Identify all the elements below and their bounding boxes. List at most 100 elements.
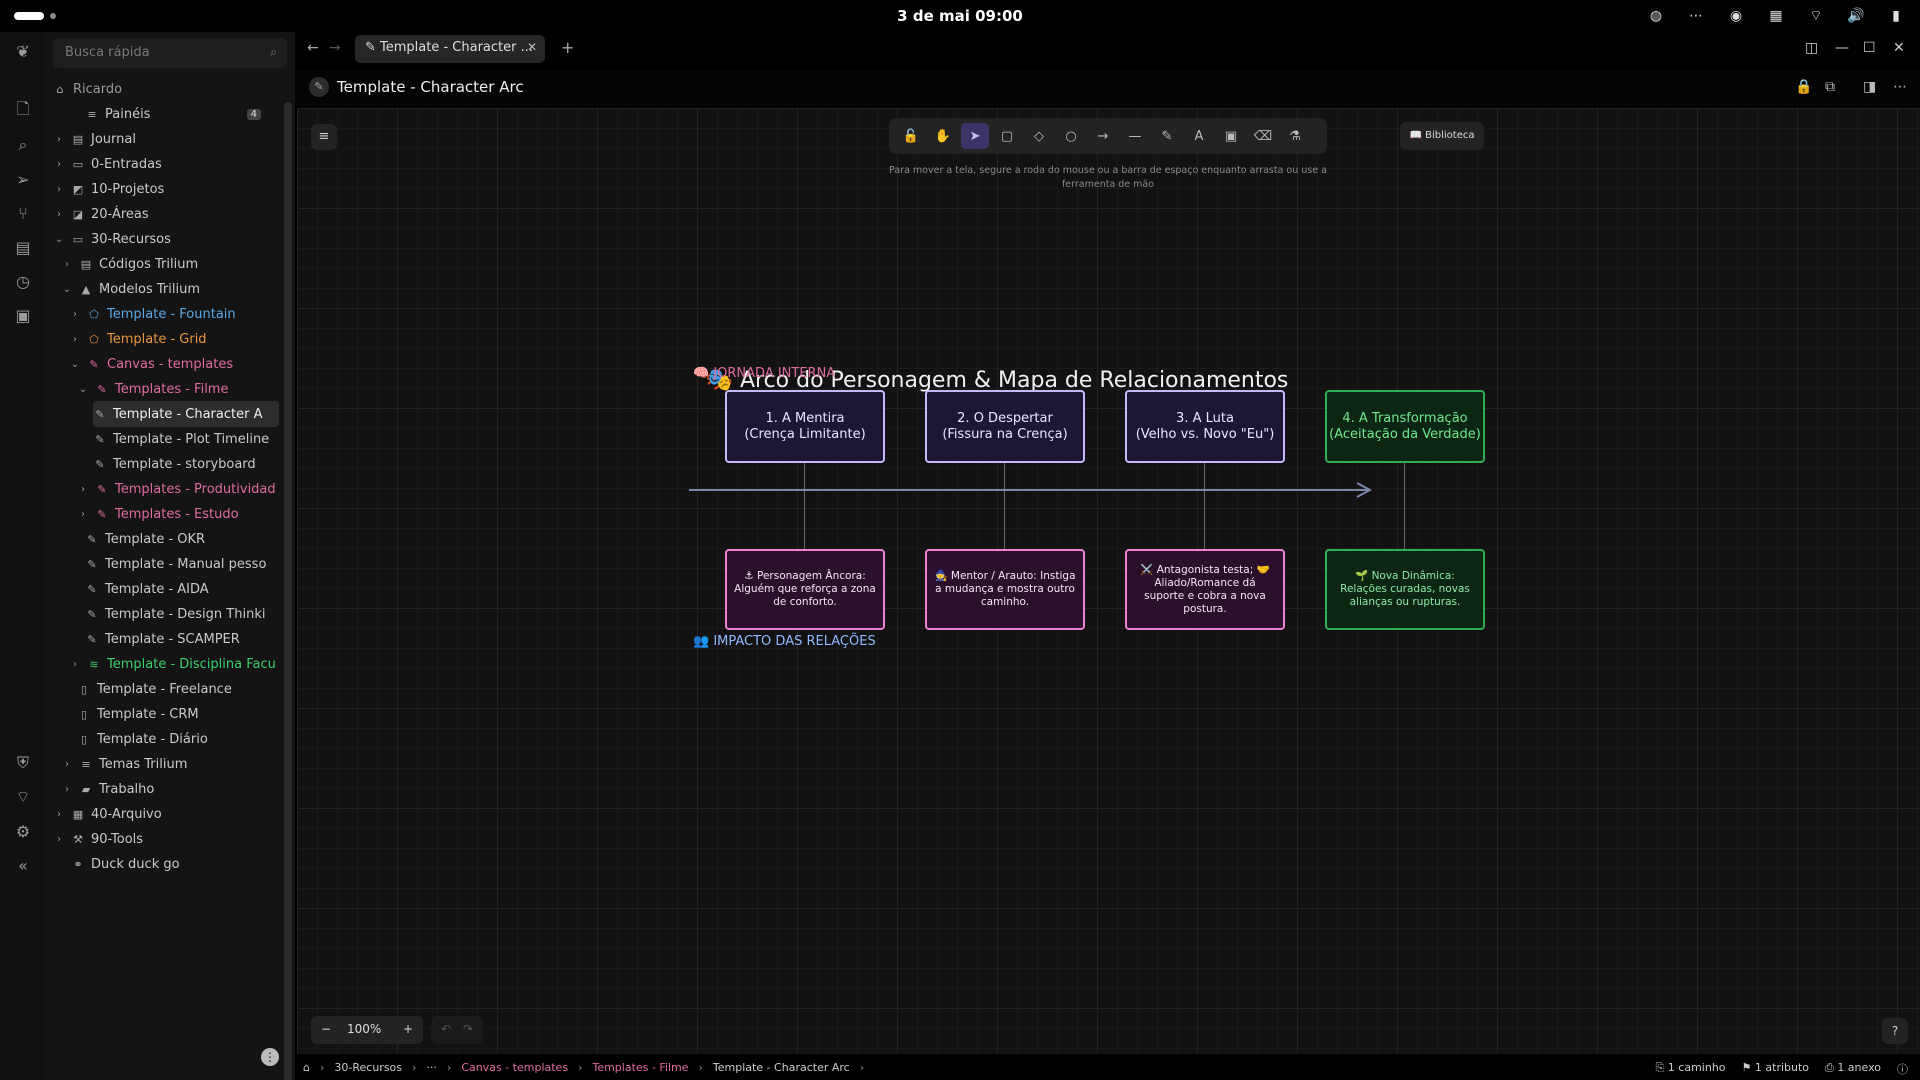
tree-item[interactable]: › ◪ 20-Áreas: [53, 201, 149, 227]
connector-line[interactable]: [1004, 453, 1005, 549]
info-icon[interactable]: ⓘ: [1897, 1061, 1908, 1077]
section-label-relations[interactable]: 👥 IMPACTO DAS RELAÇÕES: [693, 634, 876, 649]
maximize-icon[interactable]: ☐: [1863, 40, 1876, 56]
chevron-right-icon[interactable]: ›: [69, 659, 81, 670]
tree-item[interactable]: › ✎ Templates - Produtividad: [77, 476, 279, 502]
draw-tool-icon[interactable]: ✎: [1153, 123, 1181, 149]
tree-item[interactable]: ✎ Template - Manual pesso: [85, 551, 279, 577]
tree-item[interactable]: ≡ Painéis 4: [67, 101, 267, 127]
line-tool-icon[interactable]: —: [1121, 123, 1149, 149]
breadcrumb-item[interactable]: Template - Character Arc: [713, 1061, 850, 1074]
chevron-down-icon[interactable]: ⌄: [53, 234, 65, 245]
connector-line[interactable]: [1204, 453, 1205, 549]
send-icon[interactable]: ➢: [12, 168, 34, 190]
timeline-arrow-line[interactable]: [689, 480, 1379, 500]
protected-session-icon[interactable]: ⛨: [12, 752, 34, 774]
breadcrumb-item[interactable]: Canvas - templates: [461, 1061, 568, 1074]
back-arrow-icon[interactable]: ←: [307, 40, 319, 56]
tree-item[interactable]: ✎ Template - storyboard: [93, 451, 279, 477]
grid-icon[interactable]: ▦: [1766, 6, 1786, 26]
tree-item[interactable]: › ◩ 10-Projetos: [53, 176, 164, 202]
chevron-right-icon[interactable]: ›: [53, 834, 65, 845]
new-note-icon[interactable]: 🗋: [12, 99, 34, 122]
system-clock[interactable]: 3 de mai 09:00: [0, 7, 1920, 25]
history-icon[interactable]: ◷: [12, 270, 34, 292]
tree-item[interactable]: › ✎ Templates - Estudo: [77, 501, 239, 527]
copy-icon[interactable]: ⧉: [1825, 79, 1835, 95]
chevron-right-icon[interactable]: ›: [53, 134, 65, 145]
undo-icon[interactable]: ↶: [441, 1022, 451, 1036]
section-label-internal[interactable]: 🧠 JORNADA INTERNA: [693, 366, 835, 381]
settings-icon[interactable]: ⚙: [12, 820, 34, 842]
zoom-level[interactable]: 100%: [347, 1022, 381, 1036]
chevron-right-icon[interactable]: ›: [53, 809, 65, 820]
chevron-right-icon[interactable]: ›: [77, 484, 89, 495]
search-icon[interactable]: ⌕: [12, 134, 34, 156]
chevron-right-icon[interactable]: ›: [53, 184, 65, 195]
relation-box[interactable]: ⚔️ Antagonista testa; 🤝 Aliado/Romance d…: [1125, 549, 1285, 630]
paths-count[interactable]: ⎘ 1 caminho: [1656, 1061, 1726, 1077]
chevron-down-icon[interactable]: ⌄: [69, 359, 81, 370]
tree-item[interactable]: › ▰ Trabalho: [61, 776, 154, 802]
tree-root[interactable]: ⌂ Ricardo: [53, 76, 123, 102]
tree-item[interactable]: ✎ Template - Design Thinki: [85, 601, 279, 627]
collapse-sidebar-icon[interactable]: «: [12, 854, 34, 876]
more-icon[interactable]: ⋯: [1686, 6, 1706, 26]
chevron-right-icon[interactable]: ›: [61, 784, 73, 795]
tree-item[interactable]: › ⚒ 90-Tools: [53, 826, 143, 852]
tree-item[interactable]: › ▤ Journal: [53, 126, 136, 152]
excalidraw-canvas[interactable]: ≡ 🔓 ✋ ➤ ▢ ◇ ○ → — ✎ A ▣ ⌫ ⚗ Para mover a…: [297, 108, 1920, 1054]
connector-line[interactable]: [1404, 453, 1405, 549]
extra-tools-icon[interactable]: ⚗: [1281, 123, 1309, 149]
quick-search-input[interactable]: Busca rápida ⌕: [53, 38, 287, 68]
rectangle-tool-icon[interactable]: ▢: [993, 123, 1021, 149]
tree-item[interactable]: ⚭ Duck duck go: [71, 851, 179, 877]
image-tool-icon[interactable]: ▣: [1217, 123, 1245, 149]
tree-item[interactable]: ✎ Template - AIDA: [85, 576, 279, 602]
minimize-icon[interactable]: —: [1835, 40, 1849, 56]
tree-item[interactable]: ⌄ ✎ Canvas - templates: [69, 351, 233, 377]
calendar-icon[interactable]: ▤: [12, 236, 34, 258]
tree-item[interactable]: ✎ Template - OKR: [85, 526, 279, 552]
tree-item[interactable]: ▯ Template - CRM: [77, 701, 199, 727]
chevron-right-icon[interactable]: ›: [61, 259, 73, 270]
tree-item[interactable]: ⌄ ▲ Modelos Trilium: [61, 276, 200, 302]
chevron-down-icon[interactable]: ⌄: [61, 284, 73, 295]
note-map-icon[interactable]: ⑂: [12, 202, 34, 224]
tree-item[interactable]: ▯ Template - Freelance: [77, 676, 232, 702]
attachments-count[interactable]: ⎙ 1 anexo: [1825, 1061, 1881, 1077]
breadcrumb-item[interactable]: Templates - Filme: [592, 1061, 688, 1074]
arc-step-box[interactable]: 4. A Transformação (Aceitação da Verdade): [1325, 390, 1485, 463]
close-tab-icon[interactable]: ✕: [527, 40, 537, 54]
split-view-icon[interactable]: ◫: [1805, 40, 1818, 56]
chevron-right-icon[interactable]: ›: [61, 759, 73, 770]
tree-item[interactable]: › ≋ Template - Disciplina Facu: [69, 651, 279, 677]
zoom-out-icon[interactable]: −: [321, 1022, 331, 1036]
tree-item[interactable]: ⌄ ▭ 30-Recursos: [53, 226, 171, 252]
note-title[interactable]: Template - Character Arc: [337, 78, 524, 96]
today-icon[interactable]: ▣: [12, 304, 34, 326]
chevron-right-icon[interactable]: ›: [69, 309, 81, 320]
breadcrumb-item[interactable]: ···: [426, 1061, 437, 1074]
sidebar-toggle-icon[interactable]: ◨: [1863, 79, 1876, 95]
connector-line[interactable]: [804, 453, 805, 549]
tree-item[interactable]: › ⬠ Template - Fountain: [69, 301, 236, 327]
tree-item[interactable]: ▯ Template - Diário: [77, 726, 208, 752]
new-tab-button[interactable]: +: [561, 38, 574, 57]
selection-tool-icon[interactable]: ➤: [961, 123, 989, 149]
relation-box[interactable]: ⚓ Personagem Âncora: Alguém que reforça …: [725, 549, 885, 630]
tab-active[interactable]: ✎ Template - Character ... ✕: [355, 35, 545, 63]
tree-item[interactable]: › ▤ Códigos Trilium: [61, 251, 198, 277]
tree-item-selected[interactable]: ✎ Template - Character A: [93, 401, 279, 427]
tree-settings-button[interactable]: ⋮: [261, 1048, 279, 1066]
close-window-icon[interactable]: ✕: [1893, 40, 1905, 56]
tree-item[interactable]: ✎ Template - SCAMPER: [85, 626, 279, 652]
tree-item[interactable]: ⌄ ✎ Templates - Filme: [77, 376, 229, 402]
sidebar-scrollbar[interactable]: [284, 102, 292, 1080]
more-options-icon[interactable]: ⋯: [1893, 79, 1907, 95]
chevron-down-icon[interactable]: ⌄: [77, 384, 89, 395]
arc-step-box[interactable]: 1. A Mentira (Crença Limitante): [725, 390, 885, 463]
arc-step-box[interactable]: 2. O Despertar (Fissura na Crença): [925, 390, 1085, 463]
tree-item[interactable]: › ≡ Temas Trilium: [61, 751, 187, 777]
volume-icon[interactable]: 🔊: [1846, 6, 1866, 26]
